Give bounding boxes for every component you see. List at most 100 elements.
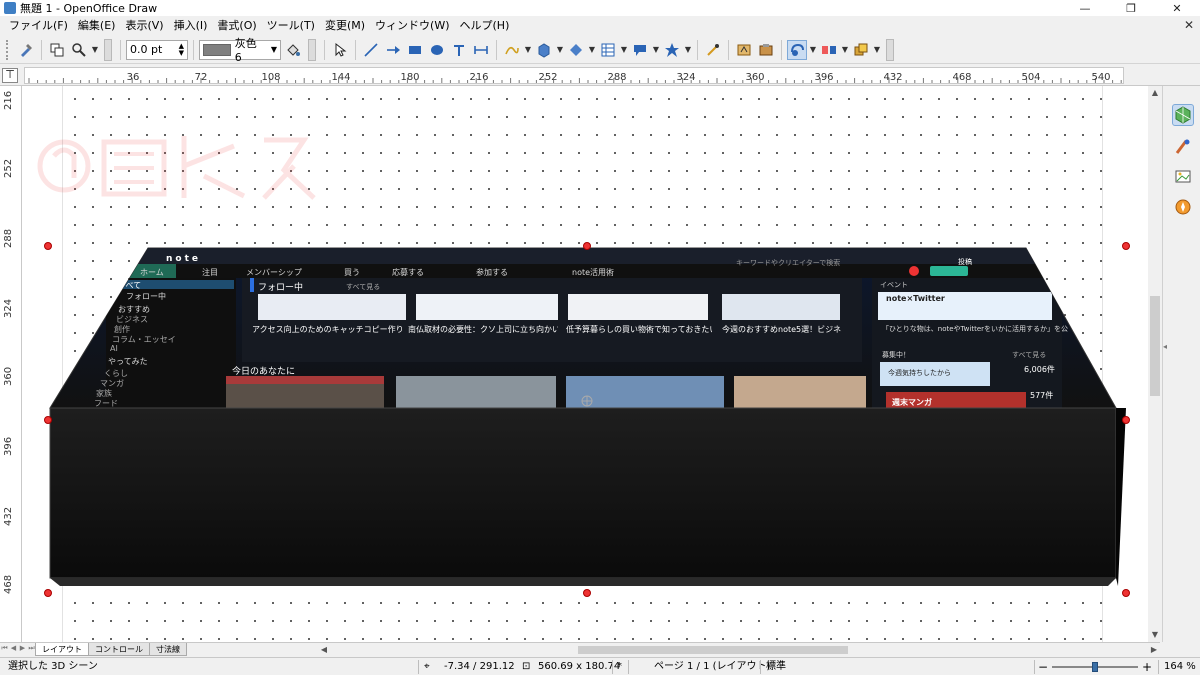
points-icon[interactable] xyxy=(703,40,723,60)
chevron-down-icon[interactable]: ▼ xyxy=(873,40,881,60)
menu-file[interactable]: ファイル(F) xyxy=(4,16,73,36)
zoom-level[interactable]: 164 % xyxy=(1164,658,1196,675)
chevron-down-icon[interactable]: ▼ xyxy=(620,40,628,60)
callout-icon[interactable] xyxy=(630,40,650,60)
selection-handle[interactable] xyxy=(44,589,52,597)
window-controls: — ❐ ✕ xyxy=(1062,0,1200,16)
toolbar-handle[interactable] xyxy=(104,38,112,61)
chevron-down-icon[interactable]: ▼ xyxy=(556,40,564,60)
spinner-icon[interactable]: ▲ ▼ xyxy=(179,42,184,57)
chevron-down-icon[interactable]: ▼ xyxy=(91,40,99,60)
ss-tab-featured: 注目 xyxy=(202,268,218,277)
ss-tab-membership: メンバーシップ xyxy=(246,268,302,277)
select-arrow-icon[interactable] xyxy=(330,40,350,60)
toolbar-grip[interactable] xyxy=(6,39,12,60)
scroll-thumb[interactable] xyxy=(578,646,848,654)
zoom-icon[interactable] xyxy=(69,40,89,60)
zoom-out-button[interactable]: − xyxy=(1038,658,1048,675)
ruler-label: 216 xyxy=(3,90,14,110)
basic-shapes-icon[interactable] xyxy=(534,40,554,60)
from-file-icon[interactable] xyxy=(756,40,776,60)
connector-icon[interactable] xyxy=(471,40,491,60)
scroll-left-icon[interactable]: ◀ xyxy=(318,644,330,656)
ellipse-icon[interactable] xyxy=(427,40,447,60)
menu-insert[interactable]: 挿入(I) xyxy=(169,16,213,36)
selection-handle[interactable] xyxy=(1122,416,1130,424)
curve-icon[interactable] xyxy=(502,40,522,60)
ss-sidebar-food: フード xyxy=(94,399,118,408)
3d-scene-object[interactable]: ホーム 注目 メンバーシップ 買う 応募する 参加する note活用術 キーワー… xyxy=(44,242,1130,597)
chevron-down-icon[interactable]: ▼ xyxy=(524,40,532,60)
chevron-down-icon[interactable]: ▼ xyxy=(841,40,849,60)
arrange-icon[interactable] xyxy=(47,40,67,60)
chevron-down-icon[interactable]: ▼ xyxy=(588,40,596,60)
ss-event-title: note×Twitter xyxy=(886,294,945,303)
chevron-down-icon[interactable]: ▼ xyxy=(684,40,692,60)
first-tab-icon[interactable]: ⏮ xyxy=(0,644,9,656)
text-tool-icon[interactable] xyxy=(449,40,469,60)
menu-modify[interactable]: 変更(M) xyxy=(320,16,370,36)
alignment-icon[interactable] xyxy=(819,40,839,60)
line-width-field[interactable]: 0.0 pt ▲ ▼ xyxy=(126,39,188,60)
line-style-icon[interactable] xyxy=(16,40,36,60)
arrow-line-icon[interactable] xyxy=(383,40,403,60)
table-shapes-icon[interactable] xyxy=(598,40,618,60)
ss-card-title-2: 南仏取材の必要性：クソ上司に立ち向かい自分の可能性を探る xyxy=(408,325,558,334)
menu-help[interactable]: ヘルプ(H) xyxy=(455,16,515,36)
diamond-shape-icon[interactable] xyxy=(566,40,586,60)
horizontal-scrollbar[interactable]: ◀ ▶ xyxy=(318,644,1160,656)
selection-handle[interactable] xyxy=(583,589,591,597)
star-icon[interactable] xyxy=(662,40,682,60)
ruler-label: 108 xyxy=(261,72,281,83)
menu-edit[interactable]: 編集(E) xyxy=(73,16,121,36)
next-tab-icon[interactable]: ▶ xyxy=(18,644,27,656)
selection-handle[interactable] xyxy=(1122,589,1130,597)
scroll-down-icon[interactable]: ▼ xyxy=(1148,628,1162,642)
styles-icon[interactable] xyxy=(1172,136,1194,158)
scroll-up-icon[interactable]: ▲ xyxy=(1148,86,1162,100)
toolbar-handle[interactable] xyxy=(308,38,316,61)
extrusion-toggle-icon[interactable] xyxy=(787,39,807,60)
line-color-select[interactable]: 灰色 6 ▼ xyxy=(199,37,281,64)
selection-handle[interactable] xyxy=(44,416,52,424)
arrange-front-icon[interactable] xyxy=(851,40,871,60)
close-document-icon[interactable]: ✕ xyxy=(1184,18,1194,32)
menu-window[interactable]: ウィンドウ(W) xyxy=(370,16,454,36)
modified-indicator[interactable]: * xyxy=(617,658,622,675)
zoom-in-button[interactable]: + xyxy=(1142,658,1152,675)
line-tool-icon[interactable] xyxy=(361,40,381,60)
3d-box-shape xyxy=(49,247,1126,586)
scroll-thumb[interactable] xyxy=(1150,296,1160,396)
scroll-right-icon[interactable]: ▶ xyxy=(1148,644,1160,656)
drawing-canvas[interactable]: ホーム 注目 メンバーシップ 買う 応募する 参加する note活用術 キーワー… xyxy=(22,86,1148,642)
properties-icon[interactable] xyxy=(1172,104,1194,126)
page-style[interactable]: 標準 xyxy=(766,658,786,675)
prev-tab-icon[interactable]: ◀ xyxy=(9,644,18,656)
selection-handle[interactable] xyxy=(1122,242,1130,250)
vertical-ruler[interactable]: 216 252 288 324 360 396 432 468 xyxy=(0,86,22,642)
fill-bucket-icon[interactable] xyxy=(283,40,303,60)
zoom-slider-knob[interactable] xyxy=(1092,662,1098,672)
toolbar-handle[interactable] xyxy=(886,38,894,61)
ruler-ticks[interactable]: 36 72 108 144 180 216 252 288 324 360 39… xyxy=(24,67,1124,84)
close-button[interactable]: ✕ xyxy=(1154,0,1200,16)
fontwork-icon[interactable] xyxy=(734,40,754,60)
menu-tools[interactable]: ツール(T) xyxy=(262,16,320,36)
gallery-icon[interactable] xyxy=(1172,166,1194,188)
selection-handle[interactable] xyxy=(44,242,52,250)
vertical-scrollbar[interactable]: ▲ ▼ xyxy=(1148,86,1162,642)
minimize-button[interactable]: — xyxy=(1062,0,1108,16)
rectangle-icon[interactable] xyxy=(405,40,425,60)
chevron-down-icon[interactable]: ▼ xyxy=(271,45,277,54)
navigator-icon[interactable] xyxy=(1172,196,1194,218)
tab-layout[interactable]: レイアウト xyxy=(35,643,89,656)
restore-button[interactable]: ❐ xyxy=(1108,0,1154,16)
chevron-down-icon[interactable]: ▼ xyxy=(809,40,817,60)
tab-dimension-lines[interactable]: 寸法線 xyxy=(149,643,187,656)
menu-format[interactable]: 書式(O) xyxy=(212,16,261,36)
sidebar-collapse-icon[interactable]: ◂ xyxy=(1163,342,1167,351)
chevron-down-icon[interactable]: ▼ xyxy=(652,40,660,60)
tab-controls[interactable]: コントロール xyxy=(88,643,150,656)
selection-handle[interactable] xyxy=(583,242,591,250)
menu-view[interactable]: 表示(V) xyxy=(120,16,168,36)
